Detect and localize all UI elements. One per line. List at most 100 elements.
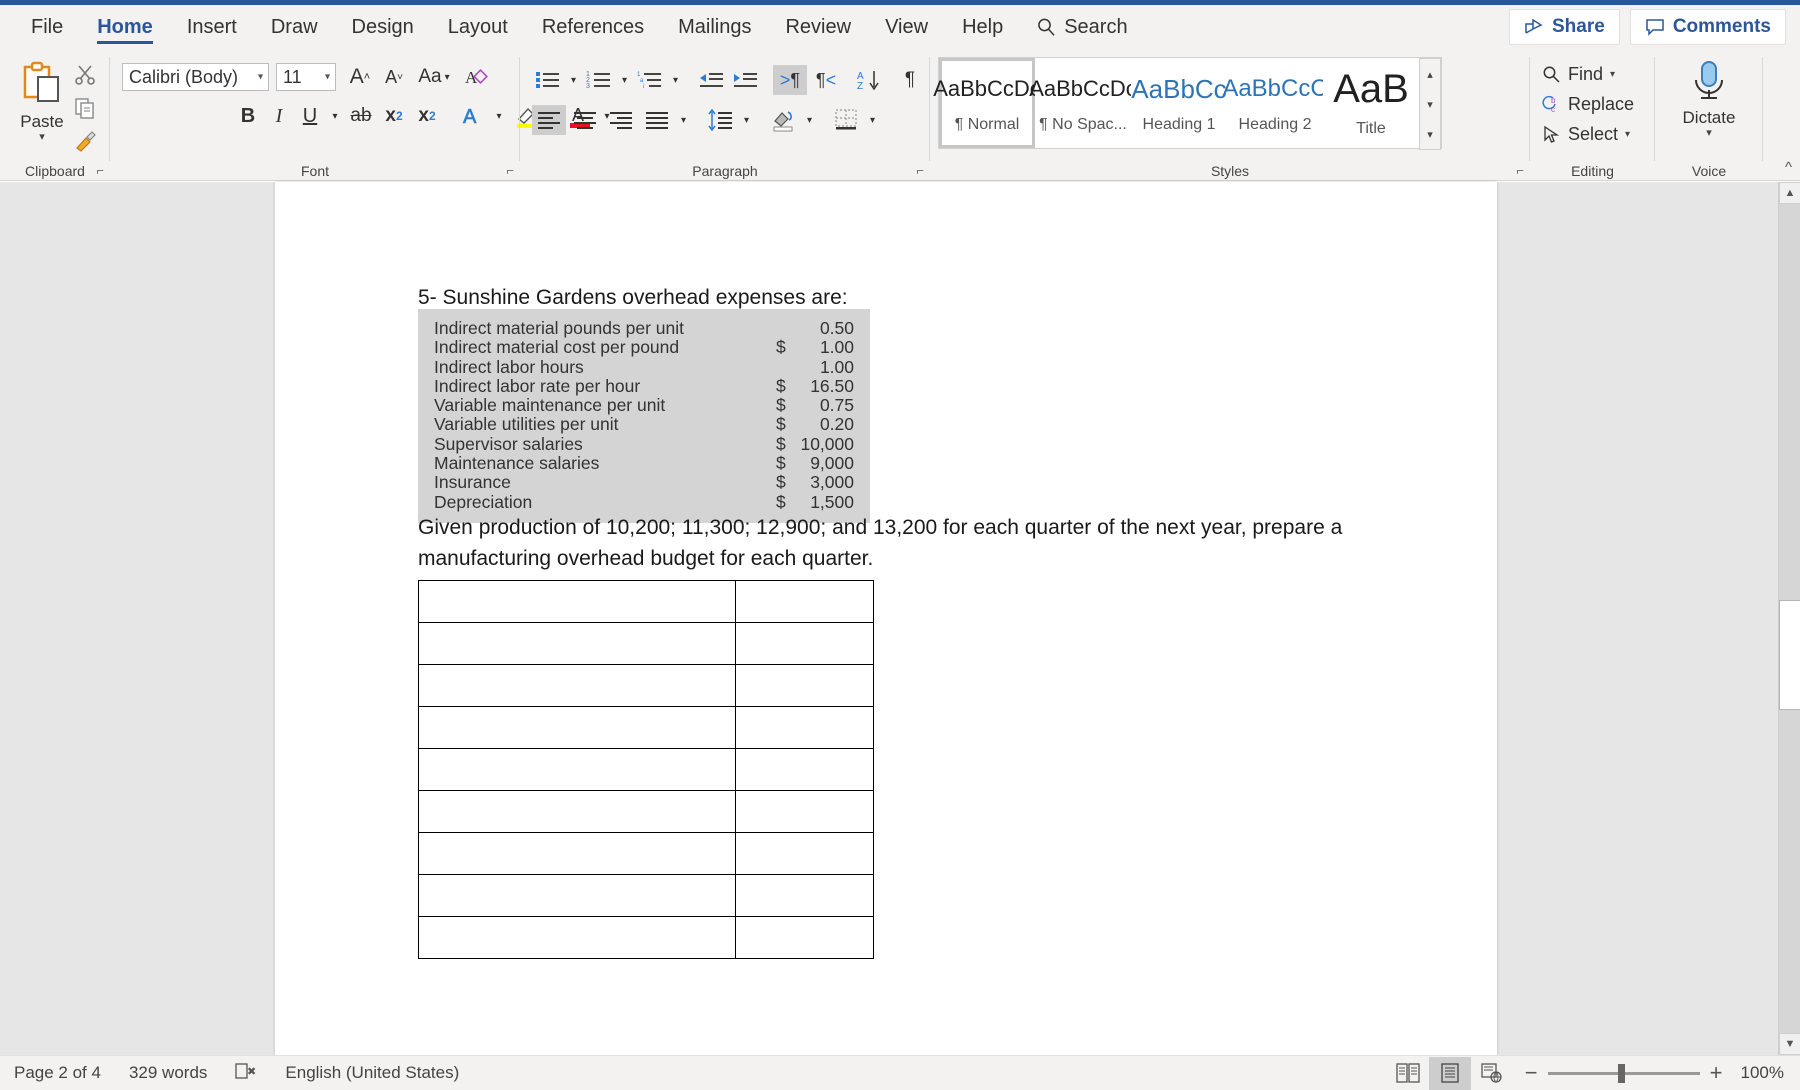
answer-table[interactable] xyxy=(417,580,874,959)
page-indicator[interactable]: Page 2 of 4 xyxy=(0,1063,115,1083)
zoom-track[interactable] xyxy=(1547,1063,1700,1083)
style-item-title[interactable]: AaB Title xyxy=(1323,58,1419,148)
shading-dropdown[interactable]: ▾ xyxy=(802,105,817,135)
multilevel-list-dropdown[interactable]: ▾ xyxy=(668,66,683,94)
sort-button[interactable]: A Z xyxy=(853,66,885,94)
copy-button[interactable] xyxy=(74,97,96,119)
show-formatting-marks-button[interactable]: ¶ xyxy=(895,66,925,94)
tab-file[interactable]: File xyxy=(14,5,80,49)
paste-button[interactable]: Paste ▾ xyxy=(14,61,70,143)
tab-design[interactable]: Design xyxy=(335,5,431,49)
table-cell[interactable] xyxy=(735,790,874,833)
table-cell[interactable] xyxy=(735,622,874,665)
grow-font-button[interactable]: A ˄ xyxy=(346,63,374,91)
scroll-up-icon[interactable]: ▲ xyxy=(1779,182,1800,204)
shrink-font-button[interactable]: A ˅ xyxy=(380,63,408,91)
numbering-dropdown[interactable]: ▾ xyxy=(617,66,632,94)
find-button[interactable]: Find ▾ xyxy=(1542,59,1634,89)
web-layout-button[interactable] xyxy=(1471,1057,1513,1090)
table-cell[interactable] xyxy=(417,580,737,623)
tab-home[interactable]: Home xyxy=(80,5,170,49)
word-count[interactable]: 329 words xyxy=(115,1063,221,1083)
table-row[interactable] xyxy=(417,622,874,665)
text-effects-dropdown[interactable]: ▾ xyxy=(491,101,507,131)
print-layout-button[interactable] xyxy=(1428,1056,1471,1090)
text-effects-button[interactable]: A xyxy=(458,101,488,131)
table-cell[interactable] xyxy=(417,748,737,791)
clear-formatting-button[interactable]: A xyxy=(460,63,492,91)
change-case-button[interactable]: Aa ▾ xyxy=(414,63,454,91)
format-painter-button[interactable] xyxy=(74,131,96,153)
scroll-down-icon[interactable]: ▼ xyxy=(1779,1033,1800,1055)
subscript-button[interactable]: x2 xyxy=(379,101,409,131)
style-item-normal[interactable]: AaBbCcDc ¶ Normal xyxy=(933,58,1041,148)
tab-help[interactable]: Help xyxy=(945,5,1020,49)
table-cell[interactable] xyxy=(735,748,874,791)
styles-more-icon[interactable]: ▾ xyxy=(1420,119,1440,149)
table-cell[interactable] xyxy=(417,790,737,833)
tab-references[interactable]: References xyxy=(525,5,661,49)
table-cell[interactable] xyxy=(735,916,874,959)
italic-button[interactable]: I xyxy=(265,101,293,131)
language-indicator[interactable]: English (United States) xyxy=(271,1063,473,1083)
superscript-button[interactable]: x2 xyxy=(412,101,442,131)
decrease-indent-button[interactable] xyxy=(695,66,727,94)
styles-dialog-launcher[interactable]: ⌐ xyxy=(1516,164,1524,177)
table-cell[interactable] xyxy=(735,874,874,917)
justify-button[interactable] xyxy=(640,105,674,135)
table-row[interactable] xyxy=(417,706,874,749)
underline-dropdown[interactable]: ▾ xyxy=(327,101,343,131)
table-cell[interactable] xyxy=(417,874,737,917)
tab-insert[interactable]: Insert xyxy=(170,5,254,49)
paragraph-dialog-launcher[interactable]: ⌐ xyxy=(916,164,924,177)
zoom-slider[interactable]: − + xyxy=(1513,1062,1735,1084)
numbering-button[interactable]: 1 2 3 xyxy=(583,66,615,94)
table-row[interactable] xyxy=(417,916,874,959)
table-cell[interactable] xyxy=(417,664,737,707)
table-cell[interactable] xyxy=(735,580,874,623)
styles-scroll-down-icon[interactable]: ▾ xyxy=(1420,89,1440,119)
borders-button[interactable] xyxy=(829,105,863,135)
dictate-button[interactable]: Dictate ▾ xyxy=(1673,59,1745,139)
zoom-in-button[interactable]: + xyxy=(1710,1062,1723,1084)
table-cell[interactable] xyxy=(417,916,737,959)
table-row[interactable] xyxy=(417,832,874,875)
proofing-status-button[interactable]: ✖ xyxy=(221,1062,271,1085)
style-item-heading-2[interactable]: AaBbCcC Heading 2 xyxy=(1222,58,1328,148)
zoom-thumb[interactable] xyxy=(1617,1063,1625,1083)
cut-button[interactable] xyxy=(74,63,96,85)
style-item-heading-1[interactable]: AaBbCc Heading 1 xyxy=(1131,58,1227,148)
bold-button[interactable]: B xyxy=(234,101,262,131)
underline-button[interactable]: U xyxy=(296,101,324,131)
tab-draw[interactable]: Draw xyxy=(254,5,335,49)
style-item-no-spacing[interactable]: AaBbCcDc ¶ No Spac... xyxy=(1029,58,1137,148)
table-row[interactable] xyxy=(417,790,874,833)
select-button[interactable]: Select ▾ xyxy=(1542,119,1634,149)
table-cell[interactable] xyxy=(417,832,737,875)
shading-button[interactable] xyxy=(766,105,800,135)
zoom-out-button[interactable]: − xyxy=(1525,1062,1538,1084)
scrollbar-thumb[interactable] xyxy=(1779,600,1800,710)
font-size-combo[interactable]: 11 ▾ xyxy=(276,63,336,91)
collapse-ribbon-button[interactable]: ^ xyxy=(1785,159,1792,176)
align-center-button[interactable] xyxy=(568,105,602,135)
vertical-scrollbar[interactable]: ▲ ▼ xyxy=(1778,182,1800,1055)
search-box[interactable]: Search xyxy=(1020,5,1143,49)
share-button[interactable]: Share xyxy=(1509,9,1620,45)
multilevel-list-button[interactable]: 1 a i xyxy=(634,66,666,94)
borders-dropdown[interactable]: ▾ xyxy=(865,105,880,135)
table-row[interactable] xyxy=(417,664,874,707)
ltr-text-direction-button[interactable]: > ¶ xyxy=(773,65,807,95)
table-row[interactable] xyxy=(417,874,874,917)
styles-gallery-scroll[interactable]: ▴ ▾ ▾ xyxy=(1419,58,1441,150)
align-left-button[interactable] xyxy=(532,105,566,135)
table-row[interactable] xyxy=(417,580,874,623)
read-mode-button[interactable] xyxy=(1387,1057,1429,1090)
rtl-text-direction-button[interactable]: ¶ < xyxy=(809,65,843,95)
table-cell[interactable] xyxy=(735,706,874,749)
table-cell[interactable] xyxy=(735,664,874,707)
styles-scroll-up-icon[interactable]: ▴ xyxy=(1420,59,1440,89)
align-right-button[interactable] xyxy=(604,105,638,135)
tab-review[interactable]: Review xyxy=(768,5,868,49)
bullets-dropdown[interactable]: ▾ xyxy=(566,66,581,94)
